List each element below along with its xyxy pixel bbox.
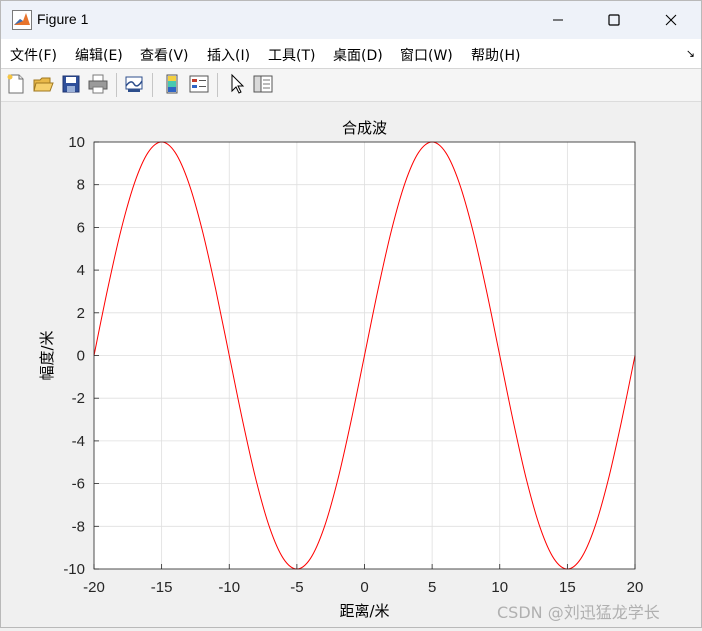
menu-help[interactable]: 帮助(H) <box>471 45 520 65</box>
y-tick-label: 8 <box>77 177 85 194</box>
minimize-icon <box>553 19 563 21</box>
figure-window: Figure 1 文件(F) 编辑(E) 查看(V) 插入(I) 工具(T) 桌… <box>0 0 702 628</box>
y-axis-label: 幅度/米 <box>38 330 56 380</box>
y-tick-label: -4 <box>72 433 85 450</box>
x-tick-label: -10 <box>218 579 240 596</box>
y-tick-label: -8 <box>72 518 85 535</box>
menu-insert[interactable]: 插入(I) <box>207 45 250 65</box>
x-tick-label: 10 <box>491 579 508 596</box>
y-tick-label: 0 <box>77 348 85 365</box>
close-button[interactable] <box>644 1 698 39</box>
matlab-logo-icon <box>12 10 32 30</box>
menu-window[interactable]: 窗口(W) <box>400 45 453 65</box>
x-tick-label: -15 <box>151 579 173 596</box>
x-tick-label: 0 <box>360 579 368 596</box>
y-tick-label: 2 <box>77 305 85 322</box>
insert-colorbar-icon[interactable] <box>161 73 183 95</box>
x-tick-label: 5 <box>428 579 436 596</box>
menu-edit[interactable]: 编辑(E) <box>75 45 123 65</box>
menu-tools[interactable]: 工具(T) <box>268 45 315 65</box>
window-title: Figure 1 <box>37 11 89 27</box>
save-icon[interactable] <box>60 73 82 95</box>
x-tick-label: -20 <box>83 579 105 596</box>
y-tick-label: -6 <box>72 476 85 493</box>
property-inspector-icon[interactable] <box>252 73 274 95</box>
link-plot-icon[interactable] <box>123 73 145 95</box>
minimize-button[interactable] <box>531 1 585 39</box>
y-tick-label: -10 <box>63 561 85 578</box>
x-tick-label: 20 <box>627 579 644 596</box>
chart-title: 合成波 <box>342 119 387 137</box>
new-figure-icon[interactable] <box>5 73 27 95</box>
menu-desktop[interactable]: 桌面(D) <box>333 45 383 65</box>
x-tick-label: 15 <box>559 579 576 596</box>
title-bar[interactable]: Figure 1 <box>1 1 701 39</box>
x-tick-label: -5 <box>290 579 303 596</box>
maximize-button[interactable] <box>587 1 641 39</box>
menu-view[interactable]: 查看(V) <box>140 45 189 65</box>
watermark: CSDN @刘迅猛龙学长 <box>497 603 660 622</box>
plot-svg[interactable]: -20 -15 -10 -5 0 5 10 15 20 1086420-2-4-6-8-10 合… <box>1 102 701 627</box>
close-icon <box>665 14 677 26</box>
open-file-icon[interactable] <box>32 73 54 95</box>
menu-bar: 文件(F) 编辑(E) 查看(V) 插入(I) 工具(T) 桌面(D) 窗口(W… <box>1 39 701 69</box>
x-axis-label: 距离/米 <box>339 602 389 620</box>
edit-plot-pointer-icon[interactable] <box>226 73 248 95</box>
y-tick-label: 10 <box>68 134 85 151</box>
y-tick-label: 4 <box>77 262 85 279</box>
insert-legend-icon[interactable] <box>188 73 210 95</box>
toolbar <box>1 69 701 102</box>
menu-file[interactable]: 文件(F) <box>10 45 57 65</box>
dock-arrow-icon[interactable]: ↘ <box>686 47 695 60</box>
maximize-icon <box>608 14 620 26</box>
figure-canvas: -20 -15 -10 -5 0 5 10 15 20 10 8 6 4 2 0 -2 -4 -6 -8 -10 合… <box>1 102 701 627</box>
y-tick-label: 6 <box>77 219 85 236</box>
y-tick-label: -2 <box>72 390 85 407</box>
print-icon[interactable] <box>87 73 109 95</box>
